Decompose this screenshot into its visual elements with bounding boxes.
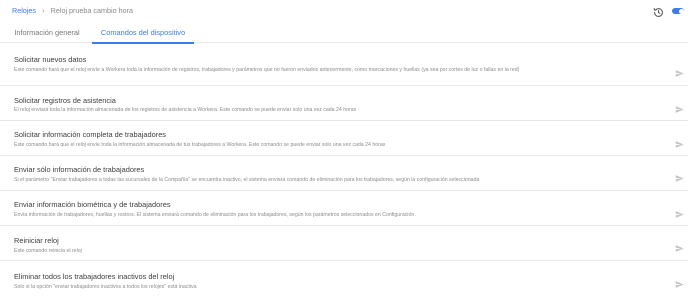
history-icon[interactable] xyxy=(653,5,664,17)
command-title: Solicitar información completa de trabaj… xyxy=(14,130,166,139)
command-description: Si el parámetro "Enviar trabajadores a t… xyxy=(14,177,480,183)
tab-device-commands[interactable]: Comandos del dispositivo xyxy=(90,23,196,44)
breadcrumb-relojes-link[interactable]: Relojes xyxy=(12,6,36,15)
command-title: Solicitar nuevos datos xyxy=(14,55,87,64)
command-description: Este comando reinicia el reloj xyxy=(14,248,82,254)
send-icon[interactable] xyxy=(675,101,684,113)
command-title: Eliminar todos los trabajadores inactivo… xyxy=(14,272,175,281)
command-title: Enviar información biométrica y de traba… xyxy=(14,200,171,209)
command-row-send-workers-only[interactable]: Enviar sólo información de trabajadores … xyxy=(0,156,688,191)
toggle-knob xyxy=(678,8,684,14)
breadcrumb: Relojes › Reloj prueba cambio hora xyxy=(12,6,133,15)
send-icon[interactable] xyxy=(675,276,684,288)
command-row-send-biometric[interactable]: Enviar información biométrica y de traba… xyxy=(0,191,688,226)
command-row-full-workers-info[interactable]: Solicitar información completa de trabaj… xyxy=(0,121,688,156)
send-icon[interactable] xyxy=(675,136,684,148)
breadcrumb-separator: › xyxy=(41,5,45,15)
tab-bar: Información general Comandos del disposi… xyxy=(0,23,688,44)
send-icon[interactable] xyxy=(675,206,684,218)
send-icon[interactable] xyxy=(675,240,684,252)
command-description: El reloj enviará toda la información alm… xyxy=(14,107,357,113)
status-toggle[interactable] xyxy=(672,8,684,14)
top-bar: Relojes › Reloj prueba cambio hora xyxy=(0,0,688,22)
command-row-delete-inactive-workers[interactable]: Eliminar todos los trabajadores inactivo… xyxy=(0,261,688,297)
send-icon[interactable] xyxy=(675,170,684,182)
command-title: Solicitar registros de asistencia xyxy=(14,96,116,105)
command-row-restart-clock[interactable]: Reiniciar reloj Este comando reinicia el… xyxy=(0,226,688,261)
command-description: Este comando hará que el reloj envíe a W… xyxy=(14,67,520,73)
command-title: Enviar sólo información de trabajadores xyxy=(14,165,145,174)
breadcrumb-current: Reloj prueba cambio hora xyxy=(50,6,133,15)
command-row-attendance-records[interactable]: Solicitar registros de asistencia El rel… xyxy=(0,86,688,121)
send-icon[interactable] xyxy=(675,65,684,77)
command-row-request-new-data[interactable]: Solicitar nuevos datos Este comando hará… xyxy=(0,45,688,86)
command-description: Solo si la opción "enviar trabajadores i… xyxy=(14,284,197,290)
command-title: Reiniciar reloj xyxy=(14,236,59,245)
command-description: Envía información de trabajadores, huell… xyxy=(14,212,416,218)
command-description: Este comando hará que el reloj envíe tod… xyxy=(14,142,386,148)
tab-general-info[interactable]: Información general xyxy=(6,23,88,43)
